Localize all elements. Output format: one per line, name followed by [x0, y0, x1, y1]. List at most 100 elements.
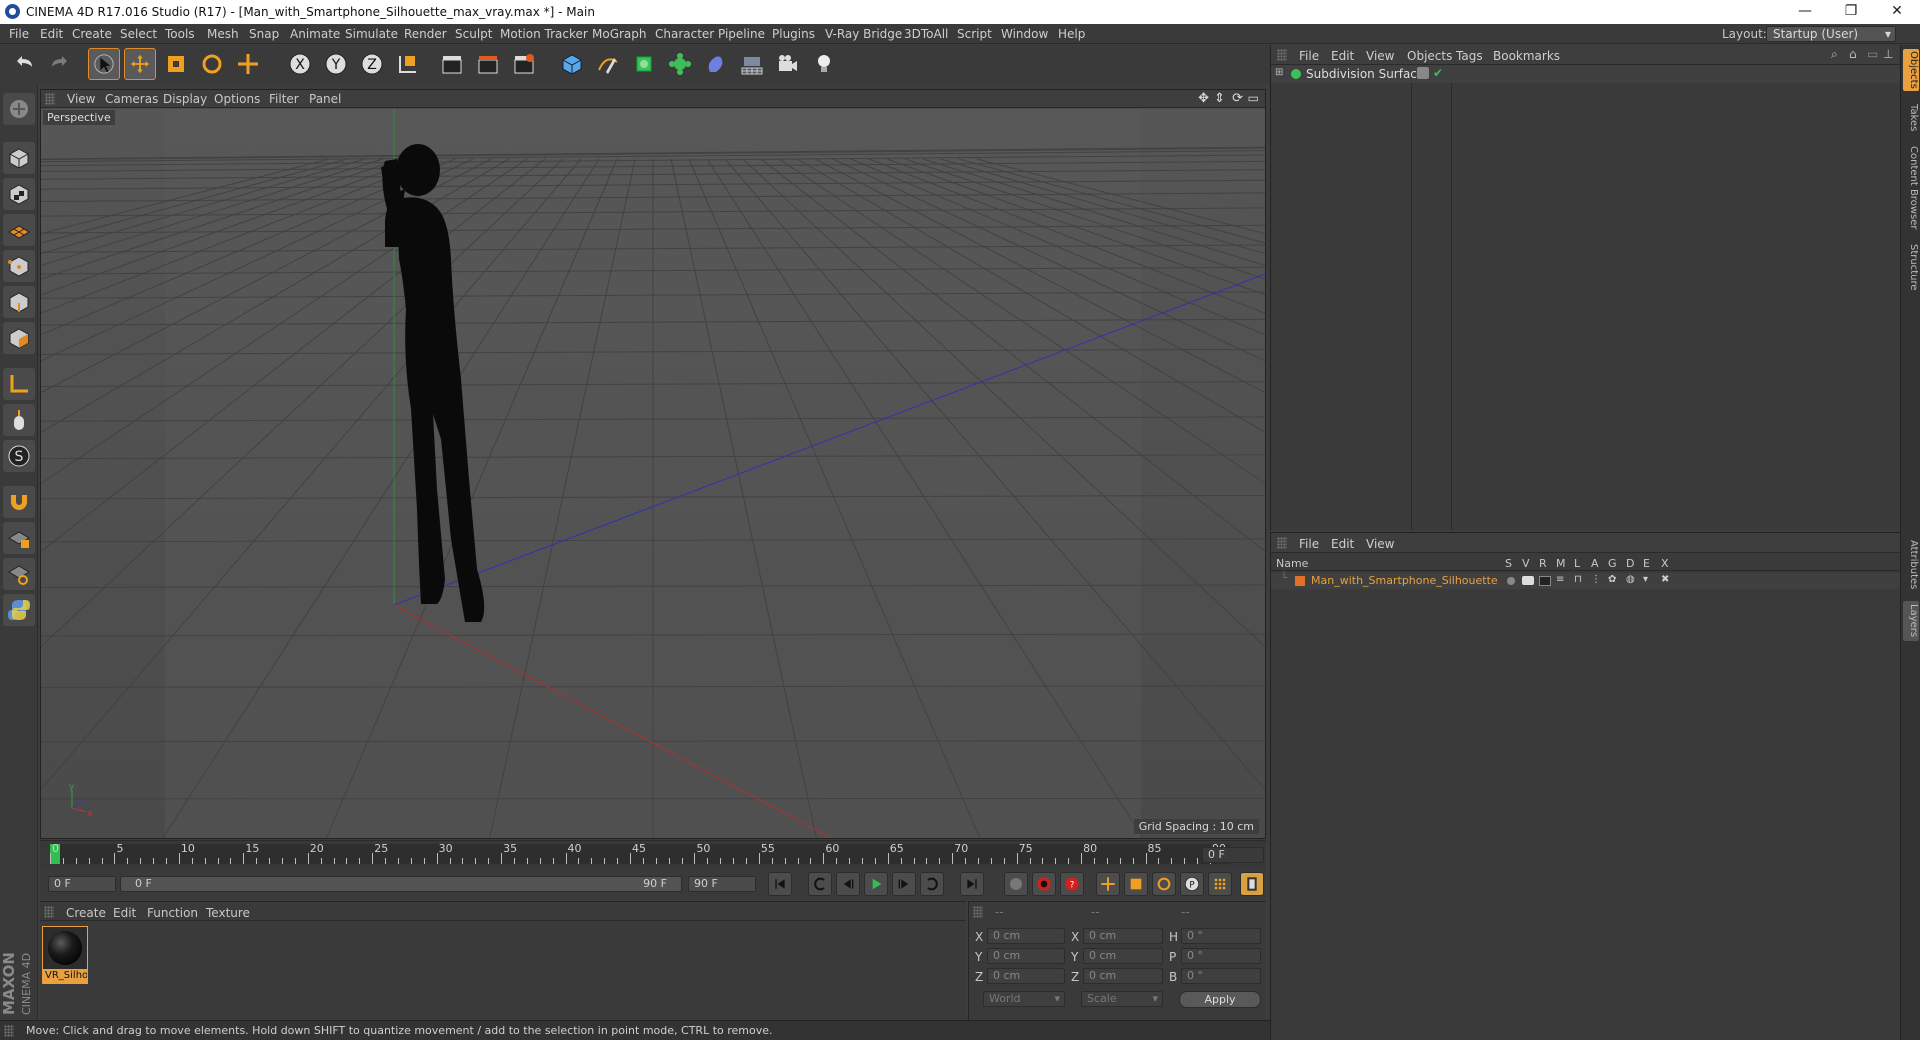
record-button[interactable] [1032, 872, 1056, 896]
key-position-button[interactable] [1096, 872, 1120, 896]
move-tool[interactable] [124, 48, 156, 80]
search-icon[interactable]: ⌕ [1831, 47, 1838, 62]
polygons-mode-button[interactable] [3, 322, 35, 354]
menu-select[interactable]: Select [120, 27, 157, 41]
size-y-field[interactable]: 0 cm [1083, 948, 1163, 964]
layer-col-locked[interactable]: L [1574, 557, 1580, 570]
objects-menu-tags[interactable]: Tags [1456, 49, 1483, 63]
layer-col-animation[interactable]: A [1591, 557, 1599, 570]
menu-create[interactable]: Create [72, 27, 112, 41]
objects-menu-edit[interactable]: Edit [1331, 49, 1354, 63]
coord-system-dropdown[interactable]: World ▾ [983, 991, 1065, 1007]
key-pla-button[interactable] [1208, 872, 1232, 896]
workplane-mode-button[interactable] [3, 214, 35, 246]
points-mode-button[interactable] [3, 250, 35, 282]
menu-sculpt[interactable]: Sculpt [455, 27, 492, 41]
end-frame-field[interactable]: 90 F [688, 876, 756, 892]
render-region-button[interactable] [472, 48, 504, 80]
viewport-menu-options[interactable]: Options [214, 92, 260, 106]
layer-animation-icon[interactable]: ⋮ [1591, 574, 1601, 585]
layers-menu-view[interactable]: View [1366, 537, 1394, 551]
menu-vray-bridge[interactable]: V-Ray Bridge [825, 27, 902, 41]
viewport-menu-panel[interactable]: Panel [309, 92, 341, 106]
viewport-menu-filter[interactable]: Filter [269, 92, 299, 106]
undo-button[interactable] [8, 48, 40, 80]
edges-mode-button[interactable] [3, 286, 35, 318]
next-frame-button[interactable] [892, 872, 916, 896]
render-settings-button[interactable] [508, 48, 540, 80]
start-frame-field[interactable]: 0 F [48, 876, 116, 892]
next-key-button[interactable] [920, 872, 944, 896]
tweak-mode-button[interactable] [3, 404, 35, 436]
menu-tools[interactable]: Tools [165, 27, 195, 41]
make-editable-button[interactable] [3, 93, 35, 125]
size-z-field[interactable]: 0 cm [1083, 968, 1163, 984]
key-parameter-button[interactable]: P [1180, 872, 1204, 896]
new-view-icon[interactable]: ▭ [1867, 47, 1878, 61]
axis-mode-button[interactable] [3, 368, 35, 400]
pos-y-field[interactable]: 0 cm [987, 948, 1065, 964]
workplane-lock-button[interactable] [3, 522, 35, 554]
apply-button[interactable]: Apply [1179, 991, 1261, 1008]
autokey-button[interactable]: ? [1060, 872, 1084, 896]
objects-menu-bookmarks[interactable]: Bookmarks [1493, 49, 1560, 63]
layer-col-xref[interactable]: X [1661, 557, 1669, 570]
go-to-end-button[interactable] [960, 872, 984, 896]
layer-solo-dot-icon[interactable] [1507, 577, 1515, 585]
home-icon[interactable]: ⌂ [1849, 47, 1857, 61]
add-spline-button[interactable] [592, 48, 624, 80]
layer-col-render[interactable]: R [1539, 557, 1547, 570]
material-menu-create[interactable]: Create [66, 906, 106, 920]
minimize-button[interactable]: — [1782, 0, 1828, 24]
object-name[interactable]: Subdivision Surface [1306, 67, 1424, 81]
enabled-check-icon[interactable]: ✔ [1433, 66, 1443, 80]
add-camera-button[interactable] [772, 48, 804, 80]
add-light-button[interactable] [808, 48, 840, 80]
add-cube-button[interactable] [556, 48, 588, 80]
coordinate-system-button[interactable] [392, 48, 424, 80]
menu-animate[interactable]: Animate [290, 27, 340, 41]
menu-snap[interactable]: Snap [249, 27, 279, 41]
pos-z-field[interactable]: 0 cm [987, 968, 1065, 984]
layer-name[interactable]: Man_with_Smartphone_Silhouette [1311, 574, 1498, 587]
previous-key-button[interactable] [808, 872, 832, 896]
tab-structure[interactable]: Structure [1903, 241, 1919, 293]
model-mode-button[interactable] [3, 142, 35, 174]
add-array-button[interactable] [664, 48, 696, 80]
material-menu-function[interactable]: Function [147, 906, 198, 920]
menu-help[interactable]: Help [1058, 27, 1085, 41]
layer-render-clapboard-icon[interactable] [1539, 576, 1551, 586]
redo-button[interactable] [44, 48, 76, 80]
layer-color-swatch[interactable] [1295, 576, 1305, 586]
tab-content-browser[interactable]: Content Browser [1903, 143, 1919, 233]
menu-mesh[interactable]: Mesh [207, 27, 239, 41]
rot-b-field[interactable]: 0 ° [1181, 968, 1261, 984]
material-menu-edit[interactable]: Edit [113, 906, 136, 920]
close-button[interactable]: ✕ [1874, 0, 1920, 24]
menu-pipeline[interactable]: Pipeline [718, 27, 765, 41]
objects-menu-view[interactable]: View [1366, 49, 1394, 63]
layer-row[interactable]: └ Man_with_Smartphone_Silhouette ≡ ⊓ ⋮ ✿… [1271, 573, 1901, 589]
layer-col-view[interactable]: V [1522, 557, 1530, 570]
texture-mode-button[interactable] [3, 178, 35, 210]
maximize-view-icon[interactable]: ▭ [1248, 91, 1259, 105]
menu-character[interactable]: Character [655, 27, 714, 41]
menu-3dtoall[interactable]: 3DToAll [904, 27, 948, 41]
layer-col-generators[interactable]: G [1608, 557, 1617, 570]
layer-xref-icon[interactable]: ✖ [1661, 574, 1669, 585]
pos-x-field[interactable]: 0 cm [987, 928, 1065, 944]
menu-render[interactable]: Render [404, 27, 447, 41]
menu-mograph[interactable]: MoGraph [592, 27, 647, 41]
objects-menu-file[interactable]: File [1299, 49, 1319, 63]
current-frame-field[interactable]: 0 F [1202, 847, 1264, 863]
layer-lock-icon[interactable]: ⊓ [1574, 574, 1582, 585]
frame-range-slider[interactable]: 0 F 90 F [120, 876, 682, 892]
expand-icon[interactable]: ⊞ [1275, 67, 1283, 78]
layer-view-eye-icon[interactable] [1522, 576, 1534, 585]
menu-edit[interactable]: Edit [40, 27, 63, 41]
tab-takes[interactable]: Takes [1903, 103, 1919, 133]
menu-file[interactable]: File [9, 27, 29, 41]
layer-manager-icon[interactable]: ≡ [1556, 574, 1564, 585]
render-view-button[interactable] [436, 48, 468, 80]
size-x-field[interactable]: 0 cm [1083, 928, 1163, 944]
